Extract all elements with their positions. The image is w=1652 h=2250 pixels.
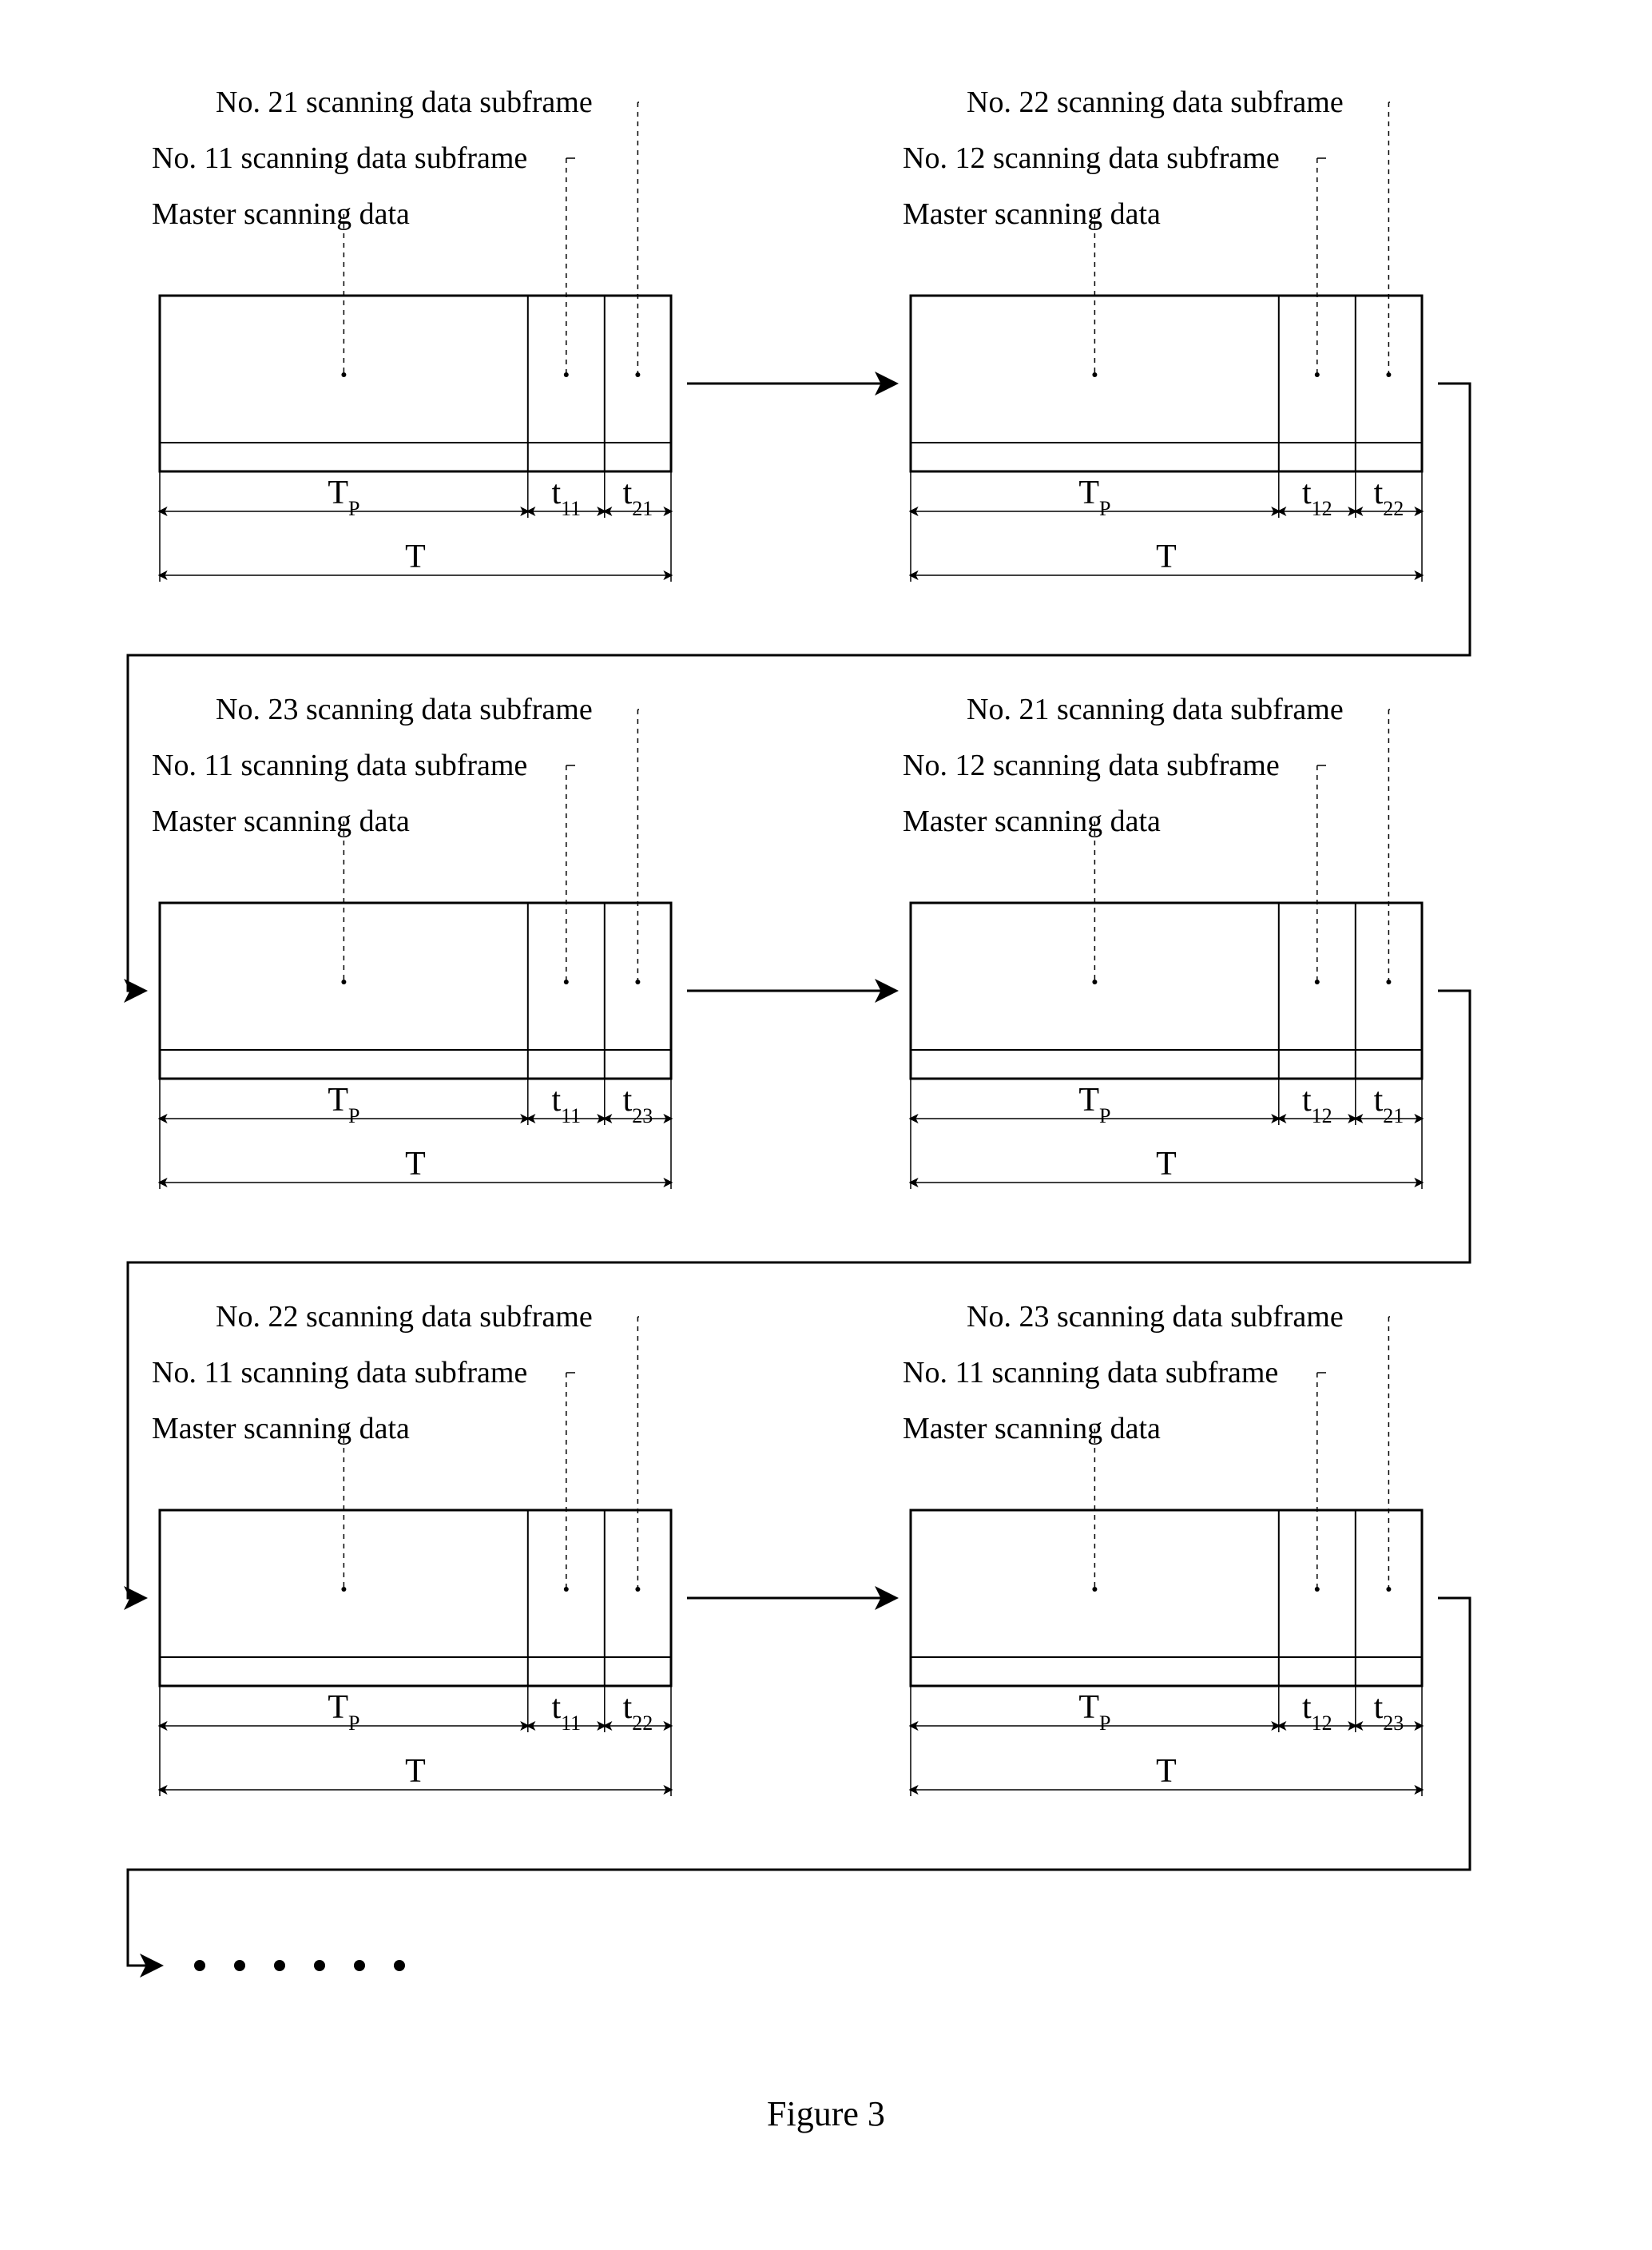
- t2-symbol: t23: [1374, 1689, 1404, 1735]
- T-symbol: T: [1156, 539, 1177, 575]
- Tp-symbol: TP: [1078, 475, 1110, 520]
- subframe2-label: No. 23 scanning data subframe: [216, 693, 593, 726]
- subframe1-label: No. 11 scanning data subframe: [152, 1356, 527, 1389]
- t1-symbol: t11: [551, 1082, 581, 1127]
- master-label: Master scanning data: [152, 1412, 410, 1445]
- frame-block-4: No. 21 scanning data subframe No. 12 scan…: [903, 693, 1422, 1189]
- master-label: Master scanning data: [152, 197, 410, 231]
- t1-symbol: t12: [1302, 475, 1332, 520]
- master-label: Master scanning data: [903, 1412, 1161, 1445]
- subframe2-label: No. 21 scanning data subframe: [216, 85, 593, 119]
- master-label: Master scanning data: [903, 197, 1161, 231]
- subframe2-label: No. 21 scanning data subframe: [967, 693, 1344, 726]
- t1-symbol: t12: [1302, 1689, 1332, 1735]
- frame-block-2: No. 22 scanning data subframe No. 12 scan…: [903, 85, 1422, 582]
- subframe1-label: No. 11 scanning data subframe: [152, 749, 527, 782]
- T-symbol: T: [405, 1146, 426, 1183]
- ellipsis-dots: [194, 1960, 405, 1971]
- subframe1-label: No. 11 scanning data subframe: [903, 1356, 1278, 1389]
- arrow-6-to-more: [128, 1598, 1470, 1966]
- t2-symbol: t21: [1374, 1082, 1404, 1127]
- subframe2-label: No. 23 scanning data subframe: [967, 1300, 1344, 1334]
- Tp-symbol: TP: [328, 1689, 359, 1735]
- subframe1-label: No. 12 scanning data subframe: [903, 141, 1280, 175]
- T-symbol: T: [1156, 1146, 1177, 1183]
- T-symbol: T: [1156, 1753, 1177, 1790]
- Tp-symbol: TP: [328, 1082, 359, 1127]
- T-symbol: T: [405, 1753, 426, 1790]
- subframe2-label: No. 22 scanning data subframe: [216, 1300, 593, 1334]
- master-label: Master scanning data: [903, 805, 1161, 838]
- t2-symbol: t22: [623, 1689, 653, 1735]
- Tp-symbol: TP: [1078, 1082, 1110, 1127]
- t1-symbol: t11: [551, 1689, 581, 1735]
- t1-symbol: t11: [551, 475, 581, 520]
- subframe1-label: No. 11 scanning data subframe: [152, 141, 527, 175]
- subframe1-label: No. 12 scanning data subframe: [903, 749, 1280, 782]
- Tp-symbol: TP: [1078, 1689, 1110, 1735]
- frame-block-3: No. 23 scanning data subframe No. 11 scan…: [152, 693, 671, 1189]
- T-symbol: T: [405, 539, 426, 575]
- master-label: Master scanning data: [152, 805, 410, 838]
- Tp-symbol: TP: [328, 475, 359, 520]
- t2-symbol: t21: [623, 475, 653, 520]
- figure-caption: Figure 3: [767, 2094, 885, 2133]
- t2-symbol: t23: [623, 1082, 653, 1127]
- frame-block-6: No. 23 scanning data subframe No. 11 scan…: [903, 1300, 1422, 1796]
- frame-block-5: No. 22 scanning data subframe No. 11 scan…: [152, 1300, 671, 1796]
- subframe2-label: No. 22 scanning data subframe: [967, 85, 1344, 119]
- t2-symbol: t22: [1374, 475, 1404, 520]
- frame-block-1: No. 21 scanning data subframe No. 11 scan…: [152, 85, 671, 582]
- t1-symbol: t12: [1302, 1082, 1332, 1127]
